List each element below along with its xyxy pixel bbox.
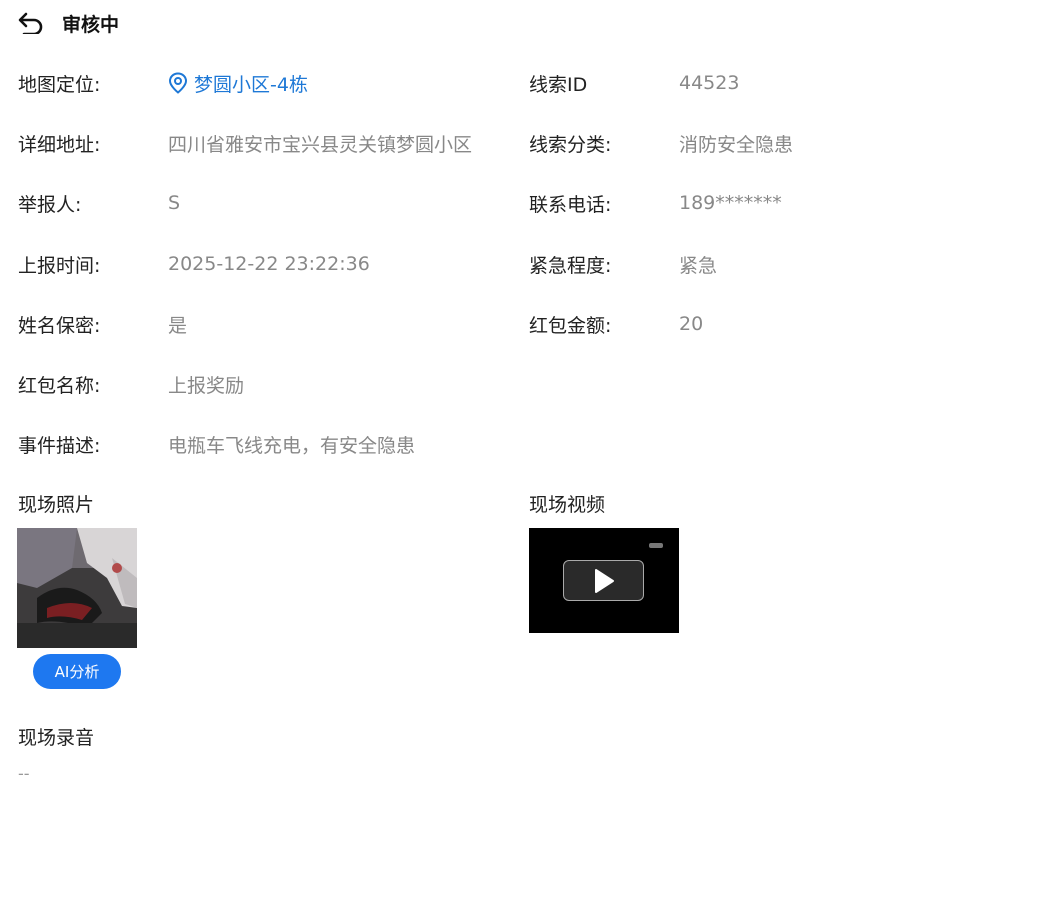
- video-indicator: [649, 543, 663, 548]
- audio-section-title: 现场录音: [18, 727, 95, 749]
- play-button[interactable]: [563, 560, 644, 601]
- field-label: 地图定位:: [18, 73, 101, 96]
- field-clue-category: 线索分类: 消防安全隐患: [529, 128, 793, 158]
- field-value: S: [168, 192, 181, 214]
- field-value: 189*******: [679, 192, 782, 214]
- field-value: 上报奖励: [168, 374, 245, 397]
- scene-photo-image: [17, 528, 137, 648]
- field-value: 四川省雅安市宝兴县灵关镇梦圆小区: [168, 133, 473, 156]
- field-label: 红包金额:: [529, 314, 612, 337]
- field-name-confidential: 姓名保密: 是: [18, 309, 187, 339]
- map-location-text: 梦圆小区-4栋: [194, 73, 308, 96]
- field-label: 上报时间:: [18, 254, 101, 277]
- field-reporter: 举报人: S: [18, 188, 180, 218]
- field-label: 紧急程度:: [529, 254, 612, 277]
- map-location-link[interactable]: 梦圆小区-4栋: [168, 70, 308, 97]
- field-value: 44523: [679, 72, 740, 94]
- field-label: 举报人:: [18, 193, 82, 216]
- page-header: 审核中: [18, 8, 119, 38]
- field-detail-address: 详细地址: 四川省雅安市宝兴县灵关镇梦圆小区: [18, 128, 472, 158]
- field-value: 紧急: [679, 254, 718, 277]
- back-arrow-icon: [18, 12, 43, 34]
- scene-video-player[interactable]: [529, 528, 679, 633]
- field-contact-phone: 联系电话: 189*******: [529, 188, 782, 218]
- field-label: 事件描述:: [18, 434, 101, 457]
- video-section-title: 现场视频: [529, 494, 606, 516]
- location-pin-icon: [168, 72, 188, 94]
- page-title: 审核中: [62, 13, 120, 36]
- field-event-description: 事件描述: 电瓶车飞线充电，有安全隐患: [18, 429, 415, 459]
- field-value: 电瓶车飞线充电，有安全隐患: [168, 434, 416, 457]
- field-label: 红包名称:: [18, 374, 101, 397]
- field-red-packet-amount: 红包金额: 20: [529, 309, 703, 339]
- play-icon: [594, 568, 614, 593]
- field-urgency: 紧急程度: 紧急: [529, 249, 717, 279]
- field-label: 姓名保密:: [18, 314, 101, 337]
- field-label: 线索分类:: [529, 133, 612, 156]
- field-report-time: 上报时间: 2025-12-22 23:22:36: [18, 249, 370, 279]
- field-value: 2025-12-22 23:22:36: [168, 253, 370, 275]
- ai-analysis-button[interactable]: AI分析: [33, 654, 121, 689]
- field-clue-id: 线索ID 44523: [529, 68, 739, 98]
- field-red-packet-name: 红包名称: 上报奖励: [18, 369, 244, 399]
- photos-section-title: 现场照片: [18, 494, 95, 516]
- audio-empty-placeholder: --: [18, 764, 30, 783]
- back-button[interactable]: [18, 9, 46, 37]
- scene-photo-thumbnail[interactable]: [17, 528, 137, 648]
- field-label: 联系电话:: [529, 193, 612, 216]
- field-label: 详细地址:: [18, 133, 101, 156]
- field-map-location: 地图定位: 梦圆小区-4栋: [18, 68, 308, 98]
- field-value: 消防安全隐患: [679, 133, 794, 156]
- field-label: 线索ID: [529, 73, 588, 96]
- field-value: 20: [679, 313, 704, 335]
- field-value: 是: [168, 314, 188, 337]
